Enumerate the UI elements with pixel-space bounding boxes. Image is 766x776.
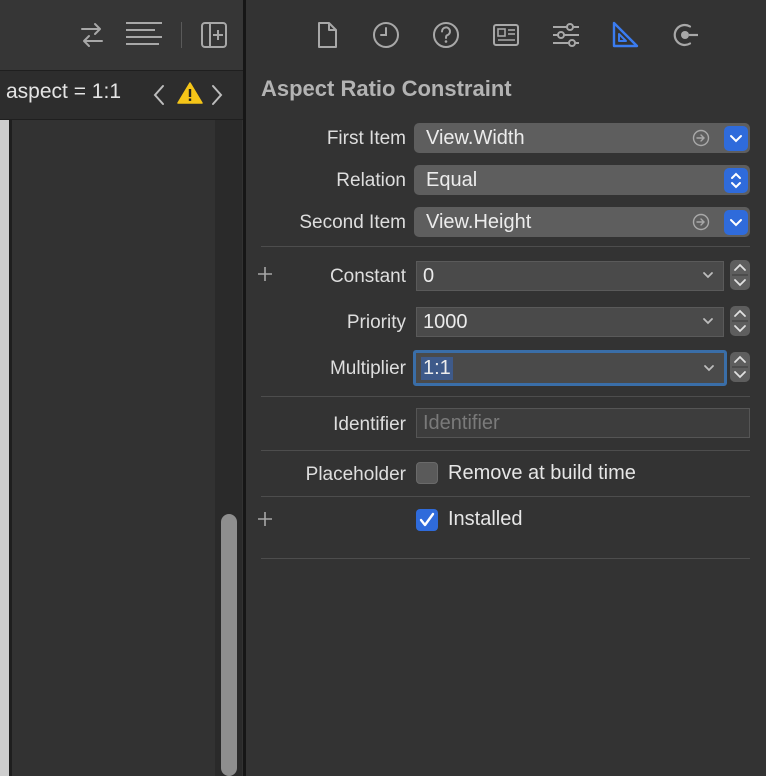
priority-stepper[interactable]: [730, 306, 750, 336]
priority-value[interactable]: 1000: [423, 311, 468, 334]
identifier-placeholder[interactable]: Identifier: [423, 412, 500, 435]
goto-arrow-icon[interactable]: [692, 213, 710, 236]
identifier-field[interactable]: Identifier: [416, 408, 750, 438]
divider: [261, 396, 750, 397]
first-item-popup[interactable]: View.Width: [414, 123, 750, 153]
align-lines-icon[interactable]: [125, 20, 163, 55]
chevron-right-icon[interactable]: [208, 83, 226, 112]
chevron-down-icon[interactable]: [701, 267, 715, 288]
identity-icon[interactable]: [491, 20, 521, 50]
help-icon[interactable]: [431, 20, 461, 50]
relation-updown-button[interactable]: [724, 168, 748, 193]
first-item-label: First Item: [326, 128, 406, 149]
remove-at-build-checkbox[interactable]: [416, 462, 438, 484]
second-item-label: Second Item: [299, 212, 406, 233]
second-item-popup[interactable]: View.Height: [414, 207, 750, 237]
divider: [261, 558, 750, 559]
chevron-down-icon: [730, 135, 742, 143]
constant-label: Constant: [329, 266, 406, 287]
multiplier-label: Multiplier: [329, 358, 406, 379]
installed-label[interactable]: Installed: [448, 508, 523, 531]
connections-icon[interactable]: [670, 20, 700, 50]
plus-icon[interactable]: [256, 510, 274, 533]
swap-arrows-icon[interactable]: [78, 20, 106, 55]
chevron-left-icon[interactable]: [150, 83, 168, 112]
updown-chevron-icon: [731, 172, 741, 189]
add-panel-icon[interactable]: [199, 20, 229, 55]
remove-at-build-label[interactable]: Remove at build time: [448, 462, 636, 485]
divider: [261, 450, 750, 451]
priority-label: Priority: [346, 312, 406, 333]
size-ruler-icon[interactable]: [610, 20, 640, 50]
relation-label: Relation: [336, 170, 406, 191]
inspector-tab-bar: [246, 0, 766, 70]
multiplier-stepper[interactable]: [730, 352, 750, 382]
file-icon[interactable]: [312, 20, 342, 50]
warning-icon[interactable]: [177, 81, 203, 110]
constant-stepper[interactable]: [730, 260, 750, 290]
section-title: Aspect Ratio Constraint: [261, 76, 512, 101]
canvas-view-shadow: [9, 120, 12, 776]
attributes-icon[interactable]: [551, 20, 581, 50]
placeholder-label: Placeholder: [305, 464, 406, 485]
chevron-down-icon[interactable]: [701, 313, 715, 334]
relation-popup[interactable]: Equal: [414, 165, 750, 195]
canvas-view-edge: [0, 120, 9, 776]
editor-toolbar: [0, 0, 244, 71]
jump-bar: aspect = 1:1: [0, 71, 244, 120]
chevron-down-icon[interactable]: [702, 360, 716, 381]
editor-canvas[interactable]: [0, 120, 244, 776]
inspector-panel: Aspect Ratio Constraint First Item View.…: [246, 0, 766, 776]
multiplier-value[interactable]: 1:1: [421, 357, 453, 380]
divider: [261, 496, 750, 497]
second-item-dropdown-button[interactable]: [724, 210, 748, 235]
constant-value[interactable]: 0: [423, 265, 434, 288]
toolbar-separator: [181, 22, 182, 48]
jump-bar-title[interactable]: aspect = 1:1: [6, 80, 121, 104]
installed-checkbox[interactable]: [416, 509, 438, 531]
identifier-label: Identifier: [333, 414, 406, 435]
second-item-value: View.Height: [426, 211, 532, 233]
chevron-down-icon: [730, 219, 742, 227]
priority-field[interactable]: 1000: [416, 307, 724, 337]
multiplier-field[interactable]: 1:1: [413, 350, 727, 386]
relation-value: Equal: [426, 169, 478, 191]
checkmark-icon: [419, 512, 435, 527]
goto-arrow-icon[interactable]: [692, 129, 710, 152]
first-item-dropdown-button[interactable]: [724, 126, 748, 151]
constant-field[interactable]: 0: [416, 261, 724, 291]
scrollbar-thumb[interactable]: [221, 514, 237, 776]
history-icon[interactable]: [371, 20, 401, 50]
divider: [261, 246, 750, 247]
first-item-value: View.Width: [426, 127, 525, 149]
